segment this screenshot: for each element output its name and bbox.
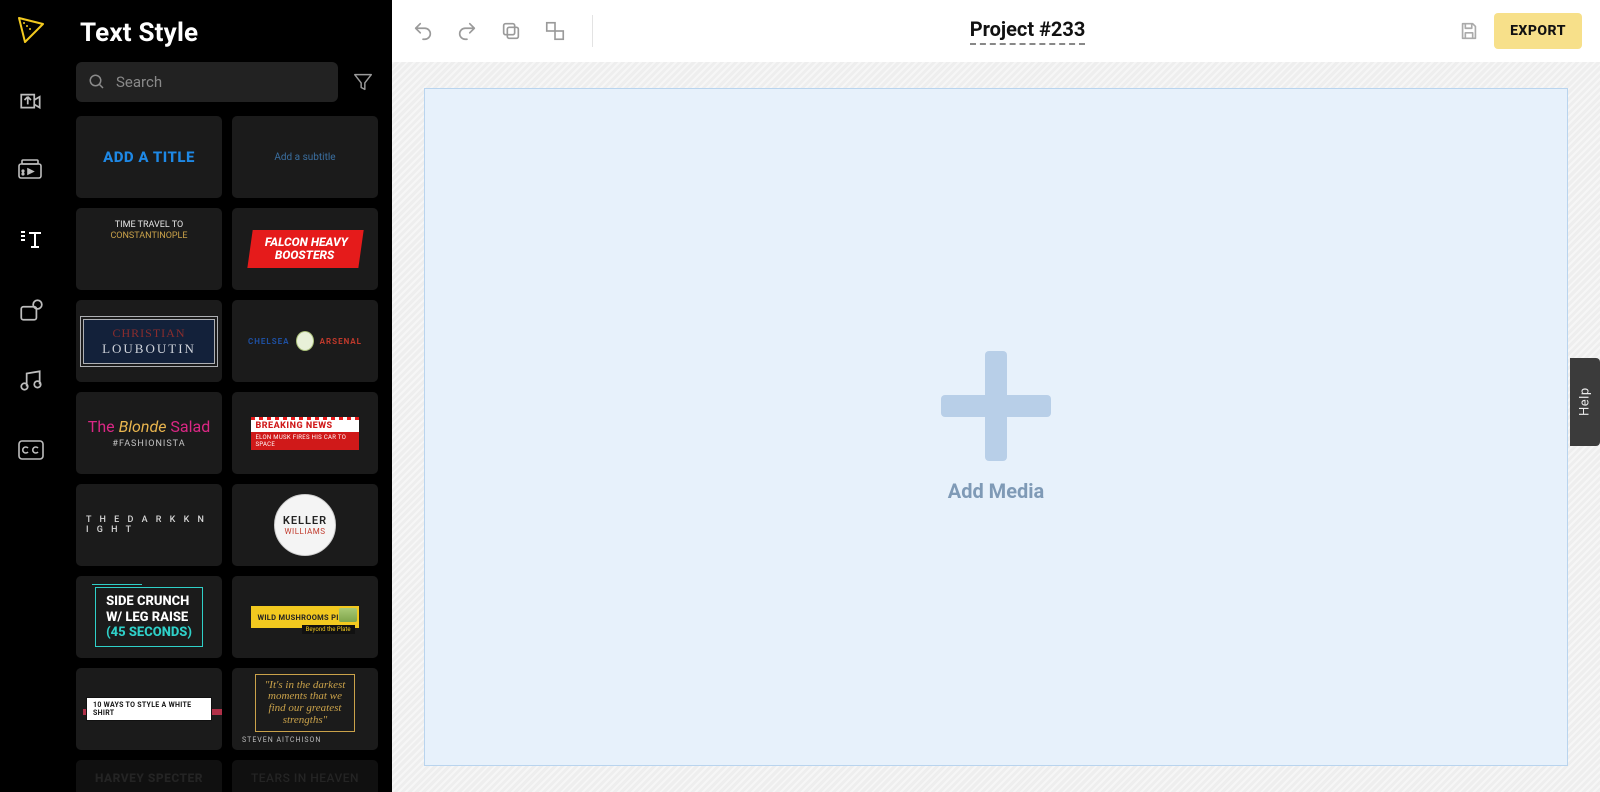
rail-audio[interactable] [15,364,47,396]
thumb-text: HARVEY SPECTER [95,771,203,785]
style-card-breaking-news[interactable]: BREAKING NEWS ELON MUSK FIRES HIS CAR TO… [232,392,378,474]
topbar: Project #233 EXPORT [392,0,1600,62]
style-card-tears[interactable]: TEARS IN HEAVEN [232,760,378,792]
undo-button[interactable] [410,18,436,44]
thumb-text: TEARS IN HEAVEN [251,771,359,785]
topbar-left [410,15,599,47]
add-media-label: Add Media [948,479,1045,503]
style-card-quote[interactable]: "It's in the darkest moments that we fin… [232,668,378,750]
thumb-text: KELLERWILLIAMS [274,494,336,556]
style-card-keller-williams[interactable]: KELLERWILLIAMS [232,484,378,566]
search-input-wrap[interactable] [76,62,338,102]
export-button[interactable]: EXPORT [1494,13,1582,49]
topbar-center: Project #233 [609,17,1446,45]
save-icon [1458,20,1480,42]
style-grid: ADD A TITLE Add a subtitle TIME TRAVEL T… [76,116,378,792]
thumb-text: CHELSEA ARSENAL [242,331,368,351]
help-tab[interactable]: Help [1570,358,1600,446]
style-card-louboutin[interactable]: CHRISTIANLOUBOUTIN [76,300,222,382]
thumb-text: ADD A TITLE [103,148,195,166]
style-card-red-skew[interactable]: FALCON HEAVYBOOSTERS [232,208,378,290]
style-card-white-shirt[interactable]: 10 WAYS TO STYLE A WHITE SHIRT [76,668,222,750]
search-input[interactable] [116,73,326,91]
filter-button[interactable] [348,67,378,97]
search-icon [88,73,106,91]
style-card-dark-knight[interactable]: T H E D A R K K N I G H T [76,484,222,566]
canvas-area: Add Media [392,62,1600,792]
style-card-blonde-salad[interactable]: The Blonde Salad #FASHIONISTA [76,392,222,474]
rail-upload[interactable] [15,84,47,116]
rail-captions[interactable] [15,434,47,466]
thumb-text: 10 WAYS TO STYLE A WHITE SHIRT [86,697,212,721]
add-media-dropzone[interactable]: Add Media [424,88,1568,766]
plus-icon [941,351,1051,461]
save-button[interactable] [1456,18,1482,44]
undo-icon [412,20,434,42]
thumb-subtext: #FASHIONISTA [112,439,185,449]
redo-icon [456,20,478,42]
thumb-text: "It's in the darkest moments that we fin… [255,674,356,732]
nav-rail [0,0,62,792]
thumb-text: BREAKING NEWS ELON MUSK FIRES HIS CAR TO… [251,417,358,450]
rail-text-style[interactable] [15,224,47,256]
style-card-serif-caps[interactable]: TIME TRAVEL TOCONSTANTINOPLE [76,208,222,290]
rail-media[interactable] [15,154,47,186]
thumb-text: SIDE CRUNCH W/ LEG RAISE (45 SECONDS) [95,587,203,647]
thumb-text: Add a subtitle [274,152,335,163]
panel-title: Text Style [80,18,374,48]
search-row [76,62,378,102]
redo-button[interactable] [454,18,480,44]
copy-icon [500,20,522,42]
thumb-text: The Blonde Salad [88,417,210,437]
thumb-text: T H E D A R K K N I G H T [86,515,212,535]
arrange-button[interactable] [542,18,568,44]
style-card-title[interactable]: ADD A TITLE [76,116,222,198]
thumb-text: CHRISTIANLOUBOUTIN [80,316,218,367]
style-card-wild-mushrooms[interactable]: WILD MUSHROOMS PIZZA Beyond the Plate [232,576,378,658]
topbar-right: EXPORT [1456,13,1582,49]
project-name-input[interactable]: Project #233 [970,17,1086,45]
app-logo [15,14,47,46]
thumb-text: WILD MUSHROOMS PIZZA Beyond the Plate [251,606,358,628]
style-card-versus[interactable]: CHELSEA ARSENAL [232,300,378,382]
style-card-subtitle[interactable]: Add a subtitle [232,116,378,198]
arrange-icon [544,20,566,42]
thumb-text: FALCON HEAVYBOOSTERS [247,230,363,268]
topbar-separator [592,15,593,47]
rail-elements[interactable] [15,294,47,326]
thumb-author: STEVEN AITCHISON [242,736,321,744]
style-card-harvey[interactable]: HARVEY SPECTER [76,760,222,792]
style-card-side-crunch[interactable]: SIDE CRUNCH W/ LEG RAISE (45 SECONDS) [76,576,222,658]
duplicate-button[interactable] [498,18,524,44]
thumb-text: TIME TRAVEL TOCONSTANTINOPLE [110,220,187,242]
text-style-panel: Text Style ADD A TITLE Add a subtitle TI… [62,0,392,792]
funnel-icon [352,71,374,93]
